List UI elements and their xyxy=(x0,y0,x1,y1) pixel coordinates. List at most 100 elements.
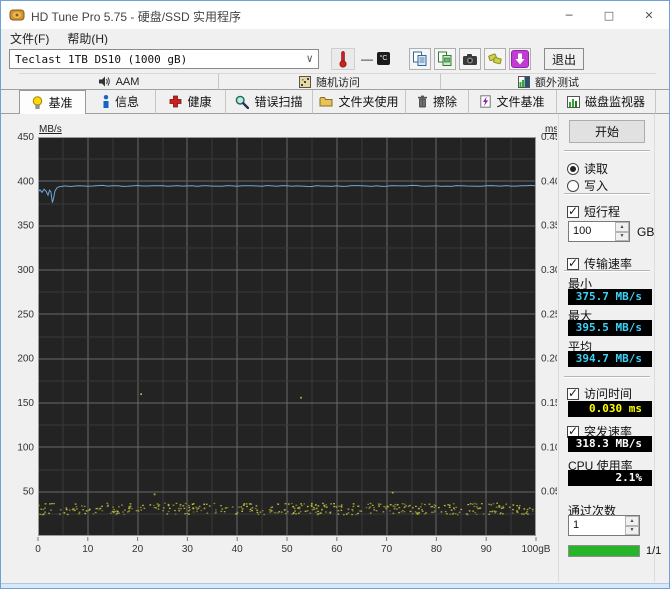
drive-selector-value: Teclast 1TB DS10 (1000 gB) xyxy=(15,53,188,66)
tab-disk-monitor[interactable]: 磁盘监视器 xyxy=(557,90,656,114)
erase-trash-icon xyxy=(417,95,427,108)
menu-bar: 文件(F) 帮助(H) xyxy=(1,29,669,46)
read-radio-label: 读取 xyxy=(584,162,609,176)
screenshot-button[interactable] xyxy=(459,48,481,70)
max-value-display: 395.5 MB/s xyxy=(568,320,652,336)
download-icon xyxy=(511,50,529,68)
tab-health-label: 健康 xyxy=(187,95,212,109)
file-benchmark-bolt-icon xyxy=(480,95,492,108)
svg-text:60: 60 xyxy=(331,544,343,555)
tab-folder-usage[interactable]: 文件夹使用 xyxy=(313,90,406,114)
copy-image-button[interactable] xyxy=(434,48,456,70)
svg-text:10: 10 xyxy=(82,544,94,555)
title-bar: HD Tune Pro 5.75 - 硬盘/SSD 实用程序 ─ □ ✕ xyxy=(1,1,669,29)
capacity-down-button[interactable]: ▼ xyxy=(615,231,629,241)
benchmark-chart: 0 10 20 30 40 50 60 70 80 90 100gB 450 400 350 300 250 2… xyxy=(17,124,557,555)
random-access-icon xyxy=(299,75,311,88)
speaker-icon xyxy=(98,76,110,87)
disk-monitor-bars-icon xyxy=(566,95,580,108)
toolbar: Teclast 1TB DS10 (1000 gB) ∨ — °C 退出 xyxy=(1,45,669,73)
capacity-unit-label: GB xyxy=(637,225,655,239)
tab-benchmark[interactable]: 基准 xyxy=(19,90,86,114)
copy-text-button[interactable] xyxy=(409,48,431,70)
pass-count-stepper[interactable]: 1 ▲ ▼ xyxy=(568,515,640,536)
pass-count-value: 1 xyxy=(573,519,580,531)
svg-text:350: 350 xyxy=(17,221,34,232)
check-icon: ✓ xyxy=(568,385,579,400)
temperature-indicator xyxy=(331,48,355,70)
svg-text:0.05: 0.05 xyxy=(541,487,557,498)
svg-text:0.40: 0.40 xyxy=(541,176,557,187)
tab-random-access[interactable]: 随机访问 xyxy=(219,73,441,90)
thermometer-icon xyxy=(339,51,347,68)
svg-text:0.30: 0.30 xyxy=(541,265,557,276)
short-stroke-checkbox[interactable]: ✓ 短行程 xyxy=(567,203,620,220)
short-stroke-label: 短行程 xyxy=(584,205,621,219)
temperature-unit-icon: °C xyxy=(377,52,390,65)
tab-info[interactable]: 信息 xyxy=(86,90,156,114)
tab-benchmark-label: 基准 xyxy=(48,96,73,110)
svg-text:300: 300 xyxy=(17,265,34,276)
pass-down-button[interactable]: ▼ xyxy=(625,525,639,535)
tab-folder-usage-label: 文件夹使用 xyxy=(338,95,399,109)
health-cross-icon xyxy=(170,95,182,108)
capacity-up-button[interactable]: ▲ xyxy=(615,222,629,232)
burst-rate-display: 318.3 MB/s xyxy=(568,436,652,452)
svg-text:50: 50 xyxy=(23,487,35,498)
tab-health[interactable]: 健康 xyxy=(156,90,226,114)
minimize-button[interactable]: ─ xyxy=(549,1,589,29)
access-time-display: 0.030 ms xyxy=(568,401,652,417)
tab-random-access-label: 随机访问 xyxy=(316,76,360,89)
tab-erase[interactable]: 擦除 xyxy=(406,90,469,114)
exit-button[interactable]: 退出 xyxy=(544,48,584,70)
tab-erase-label: 擦除 xyxy=(432,95,457,109)
start-button[interactable]: 开始 xyxy=(569,120,645,143)
write-radio[interactable]: 写入 xyxy=(567,177,608,194)
pass-up-button[interactable]: ▲ xyxy=(625,516,639,526)
svg-text:90: 90 xyxy=(481,544,493,555)
copy-icon xyxy=(413,51,427,66)
benchmark-bulb-icon xyxy=(33,95,43,109)
svg-text:0.10: 0.10 xyxy=(541,442,557,453)
window-title: HD Tune Pro 5.75 - 硬盘/SSD 实用程序 xyxy=(31,10,242,24)
status-strip xyxy=(1,583,669,588)
maximize-button[interactable]: □ xyxy=(589,1,629,29)
benchmark-content: 0 10 20 30 40 50 60 70 80 90 100gB 450 400 350 300 250 2… xyxy=(1,114,669,588)
menu-file[interactable]: 文件(F) xyxy=(1,29,58,46)
camera-icon xyxy=(463,53,477,65)
tab-extra-tests[interactable]: 额外测试 xyxy=(441,73,656,90)
svg-text:ms: ms xyxy=(545,124,557,135)
close-button[interactable]: ✕ xyxy=(629,1,669,29)
tab-aam[interactable]: AAM xyxy=(19,73,219,90)
write-radio-label: 写入 xyxy=(584,179,609,193)
info-icon xyxy=(103,95,109,108)
menu-help[interactable]: 帮助(H) xyxy=(58,29,117,46)
short-stroke-capacity-stepper[interactable]: 100 ▲ ▼ xyxy=(568,221,630,242)
cpu-usage-display: 2.1% xyxy=(568,470,652,486)
access-time-checkbox[interactable]: ✓ 访问时间 xyxy=(567,385,632,402)
progress-bar xyxy=(568,545,640,557)
svg-text:450: 450 xyxy=(17,132,34,143)
svg-text:400: 400 xyxy=(17,176,34,187)
tab-info-label: 信息 xyxy=(114,95,139,109)
progress-label: 1/1 xyxy=(646,545,662,557)
tab-file-benchmark[interactable]: 文件基准 xyxy=(469,90,557,114)
tab-error-scan[interactable]: 错误扫描 xyxy=(226,90,313,114)
svg-text:30: 30 xyxy=(182,544,194,555)
drive-selector[interactable]: Teclast 1TB DS10 (1000 gB) ∨ xyxy=(9,49,319,69)
svg-text:250: 250 xyxy=(17,309,34,320)
svg-text:0: 0 xyxy=(35,544,41,555)
svg-text:40: 40 xyxy=(232,544,244,555)
access-time-label: 访问时间 xyxy=(584,387,633,401)
svg-text:100: 100 xyxy=(17,442,34,453)
separator xyxy=(564,270,650,272)
tab-file-benchmark-label: 文件基准 xyxy=(496,95,545,109)
download-update-button[interactable] xyxy=(509,48,531,70)
svg-text:200: 200 xyxy=(17,354,34,365)
svg-text:0.20: 0.20 xyxy=(541,354,557,365)
read-radio[interactable]: 读取 xyxy=(567,160,608,177)
save-image-button[interactable] xyxy=(484,48,506,70)
save-image-icon xyxy=(488,53,502,65)
svg-text:100gB: 100gB xyxy=(522,544,551,555)
benchmark-panel: 开始 读取 写入 ✓ 短行程 100 ▲ ▼ GB ✓ 传输速率 最小 375.… xyxy=(558,114,661,582)
